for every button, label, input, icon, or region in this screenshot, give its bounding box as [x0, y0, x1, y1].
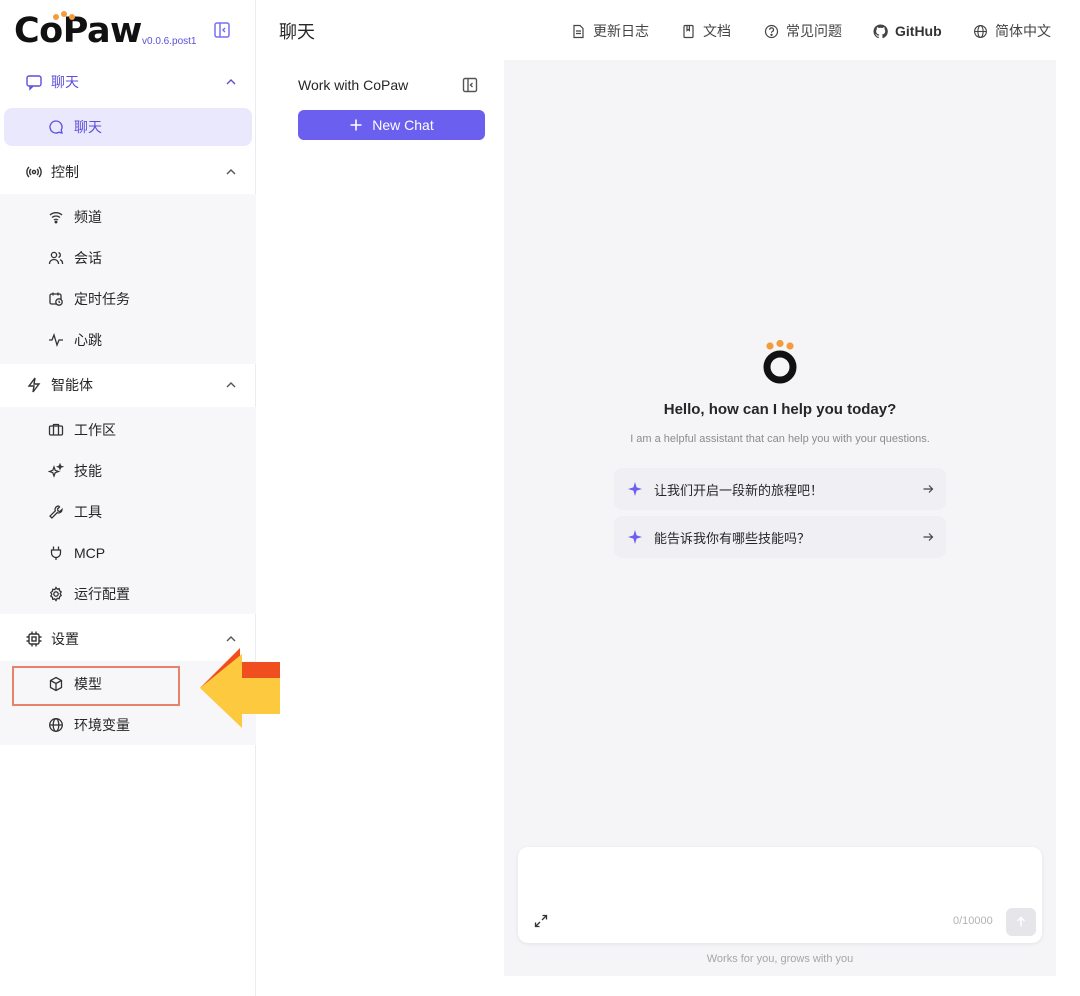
docs-label: 文档 — [703, 23, 731, 39]
sidebar-item-skills[interactable]: 技能 — [4, 452, 252, 490]
suggested-prompt[interactable]: 能告诉我你有哪些技能吗？ — [614, 516, 946, 558]
users-icon — [48, 250, 64, 266]
briefcase-icon — [48, 422, 64, 438]
globe-icon — [973, 24, 988, 39]
char-counter: 0/10000 — [953, 915, 993, 927]
lightning-icon — [25, 376, 43, 394]
plus-icon — [349, 118, 363, 132]
arrow-right-icon — [922, 483, 934, 495]
chip-icon — [25, 630, 43, 648]
chevron-up-icon — [224, 165, 238, 179]
highlight-box — [12, 666, 180, 706]
document-icon — [571, 24, 586, 39]
sidebar-item-label: 运行配置 — [74, 586, 130, 602]
copaw-paw-logo-icon — [763, 340, 797, 384]
sidebar-group-label: 聊天 — [51, 74, 79, 90]
page-title: 聊天 — [279, 22, 315, 42]
sidebar: CoPaw v0.0.6.post1 聊天 聊天 控制 频道 会话 定时任务 心… — [0, 0, 256, 996]
sidebar-item-label: 工具 — [74, 504, 102, 520]
plug-icon — [48, 545, 64, 561]
sidebar-item-label: 频道 — [74, 209, 102, 225]
sparkles-icon — [48, 463, 64, 479]
suggested-prompt-label: 让我们开启一段新的旅程吧！ — [654, 482, 824, 498]
brand-logo: CoPaw — [14, 11, 142, 51]
sidebar-item-tools[interactable]: 工具 — [4, 493, 252, 531]
chat-bubble-icon — [25, 73, 43, 91]
sidebar-item-label: 环境变量 — [74, 717, 130, 733]
sidebar-item-workspace[interactable]: 工作区 — [4, 411, 252, 449]
heartbeat-icon — [48, 332, 64, 348]
broadcast-icon — [25, 163, 43, 181]
sidebar-item-label: 聊天 — [74, 119, 102, 135]
sidebar-group-label: 智能体 — [51, 377, 93, 393]
sidebar-item-mcp[interactable]: MCP — [4, 534, 252, 572]
suggested-prompt-label: 能告诉我你有哪些技能吗？ — [654, 530, 811, 546]
sidebar-item-scheduled-tasks[interactable]: 定时任务 — [4, 280, 252, 318]
sidebar-group-label: 设置 — [51, 631, 79, 647]
language-selector[interactable]: 简体中文 — [973, 20, 1051, 42]
wifi-icon — [48, 209, 64, 225]
arrow-up-icon — [1015, 916, 1027, 928]
help-circle-icon — [764, 24, 779, 39]
sidebar-item-runtime-config[interactable]: 运行配置 — [4, 575, 252, 613]
send-button[interactable] — [1006, 908, 1036, 936]
sidebar-group-chat[interactable]: 聊天 — [0, 62, 256, 102]
sidebar-group-label: 控制 — [51, 164, 79, 180]
faq-link[interactable]: 常见问题 — [764, 20, 842, 42]
sidebar-group-agent[interactable]: 智能体 — [0, 365, 256, 405]
sidebar-item-heartbeat[interactable]: 心跳 — [4, 321, 252, 359]
sidebar-item-label: 心跳 — [74, 332, 102, 348]
sidebar-collapse-icon[interactable] — [212, 20, 232, 40]
language-label: 简体中文 — [995, 23, 1051, 39]
chat-list-panel: Work with CoPaw New Chat — [280, 60, 502, 976]
sparkle-icon — [628, 530, 642, 544]
panel-collapse-icon[interactable] — [461, 76, 479, 94]
topbar: 聊天 更新日志 文档 常见问题 GitHub 简体中文 — [257, 0, 1080, 60]
chat-circle-icon — [48, 119, 64, 135]
github-link[interactable]: GitHub — [873, 20, 942, 42]
gear-icon — [48, 586, 64, 602]
chevron-up-icon — [224, 75, 238, 89]
docs-link[interactable]: 文档 — [681, 20, 731, 42]
new-chat-label: New Chat — [372, 117, 434, 133]
sidebar-item-label: 工作区 — [74, 422, 116, 438]
new-chat-button[interactable]: New Chat — [298, 110, 485, 140]
message-composer: 0/10000 — [518, 847, 1042, 943]
chevron-up-icon — [224, 378, 238, 392]
faq-label: 常见问题 — [786, 23, 842, 39]
wrench-icon — [48, 504, 64, 520]
chat-main-area: Hello, how can I help you today? I am a … — [504, 60, 1056, 976]
sidebar-item-sessions[interactable]: 会话 — [4, 239, 252, 277]
sidebar-item-label: 会话 — [74, 250, 102, 266]
chat-list-title: Work with CoPaw — [298, 77, 409, 93]
github-label: GitHub — [895, 23, 942, 39]
sidebar-item-chat[interactable]: 聊天 — [4, 108, 252, 146]
sidebar-group-control[interactable]: 控制 — [0, 152, 256, 192]
message-input[interactable] — [530, 857, 1030, 903]
sparkle-icon — [628, 482, 642, 496]
chevron-up-icon — [224, 632, 238, 646]
sidebar-item-label: 技能 — [74, 463, 102, 479]
footer-tagline: Works for you, grows with you — [706, 953, 854, 965]
welcome-title: Hello, how can I help you today? — [663, 401, 897, 418]
github-icon — [873, 23, 888, 39]
sidebar-item-channels[interactable]: 频道 — [4, 198, 252, 236]
arrow-right-icon — [922, 531, 934, 543]
welcome-subtitle: I am a helpful assistant that can help y… — [630, 433, 930, 445]
sidebar-item-label: 定时任务 — [74, 291, 130, 307]
changelog-label: 更新日志 — [593, 23, 649, 39]
version-label: v0.0.6.post1 — [142, 36, 197, 47]
sidebar-item-label: MCP — [74, 545, 106, 561]
suggested-prompt[interactable]: 让我们开启一段新的旅程吧！ — [614, 468, 946, 510]
globe-icon — [48, 717, 64, 733]
book-icon — [681, 24, 696, 39]
expand-icon[interactable] — [533, 913, 549, 929]
changelog-link[interactable]: 更新日志 — [571, 20, 649, 42]
calendar-clock-icon — [48, 291, 64, 307]
